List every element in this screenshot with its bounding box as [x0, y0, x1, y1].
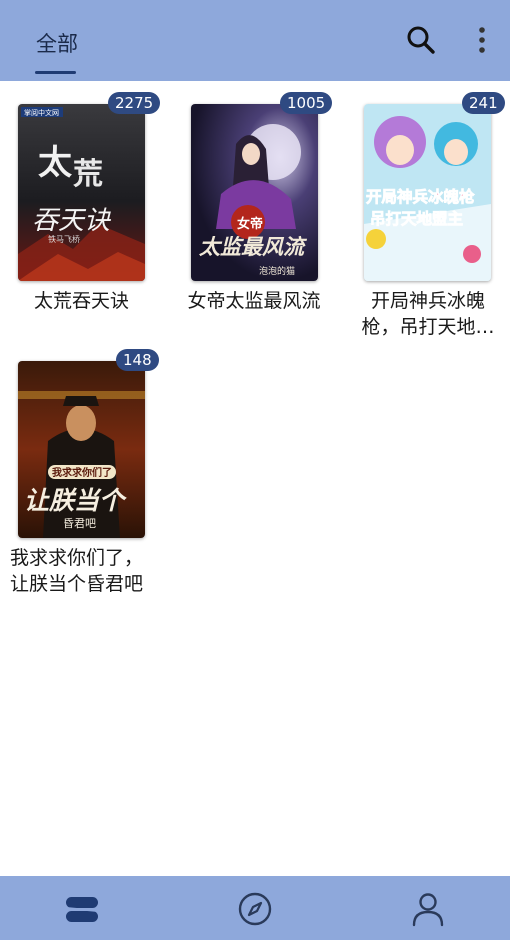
chapter-count-badge: 148 [116, 349, 159, 371]
more-vert-icon [479, 27, 485, 53]
book-title: 太荒吞天诀 [33, 290, 129, 312]
book-cover[interactable]: 我求求你们了 让朕当个 昏君吧 [18, 361, 145, 538]
chapter-count-badge: 241 [462, 92, 505, 114]
tab-all[interactable]: 全部 [36, 28, 78, 58]
book-cover[interactable]: 掌阅中文网 太 荒 吞天诀 铁马飞桥 [18, 104, 145, 281]
svg-text:开局神兵冰魄枪: 开局神兵冰魄枪 [366, 187, 475, 206]
cover-art: 女帝 太监最风流 泡泡的猫 [191, 104, 318, 281]
book-title-line: 开局神兵冰魄 [370, 290, 485, 312]
nav-discover[interactable] [237, 891, 273, 927]
svg-text:掌阅中文网: 掌阅中文网 [24, 108, 59, 117]
nav-profile[interactable] [410, 891, 446, 927]
book-title: 女帝太监最风流 [187, 290, 321, 312]
svg-text:让朕当个: 让朕当个 [24, 486, 127, 515]
chapter-count-badge: 1005 [280, 92, 333, 114]
svg-text:我求求你们了: 我求求你们了 [52, 466, 112, 479]
svg-text:女帝: 女帝 [237, 216, 263, 232]
cover-art: 我求求你们了 让朕当个 昏君吧 [18, 361, 145, 538]
nav-bookshelf[interactable] [64, 891, 100, 927]
search-button[interactable] [405, 24, 437, 56]
svg-text:太: 太 [38, 143, 72, 183]
svg-text:荒: 荒 [73, 157, 103, 192]
book-cover[interactable]: 女帝 太监最风流 泡泡的猫 [191, 104, 318, 281]
top-app-bar: 全部 [0, 0, 510, 81]
stack-icon [65, 897, 99, 922]
svg-text:吞天诀: 吞天诀 [32, 206, 112, 236]
chapter-count-badge: 2275 [108, 92, 161, 114]
person-icon [412, 893, 444, 927]
cover-art: 开局神兵冰魄枪 吊打天地盟主 [364, 104, 491, 281]
book-title-line: 枪，吊打天地… [361, 316, 495, 338]
svg-text:昏君吧: 昏君吧 [63, 517, 96, 530]
book-title: 开局神兵冰魄 枪，吊打天地… [358, 288, 498, 340]
svg-text:铁马飞桥: 铁马飞桥 [48, 234, 80, 244]
search-icon [407, 26, 435, 54]
bottom-navigation [0, 876, 510, 940]
tab-indicator [35, 71, 76, 74]
svg-text:吊打天地盟主: 吊打天地盟主 [370, 209, 463, 228]
book-title-line: 我求求你们了， [10, 547, 144, 569]
cover-art: 掌阅中文网 太 荒 吞天诀 铁马飞桥 [18, 104, 145, 281]
book-cover[interactable]: 开局神兵冰魄枪 吊打天地盟主 [364, 104, 491, 281]
compass-icon [238, 892, 272, 926]
book-title-line: 让朕当个昏君吧 [10, 573, 144, 595]
book-title: 我求求你们了， 让朕当个昏君吧 [10, 545, 160, 597]
svg-text:泡泡的猫: 泡泡的猫 [259, 265, 295, 277]
more-options-button[interactable] [471, 24, 493, 56]
svg-text:太监最风流: 太监最风流 [198, 234, 308, 259]
